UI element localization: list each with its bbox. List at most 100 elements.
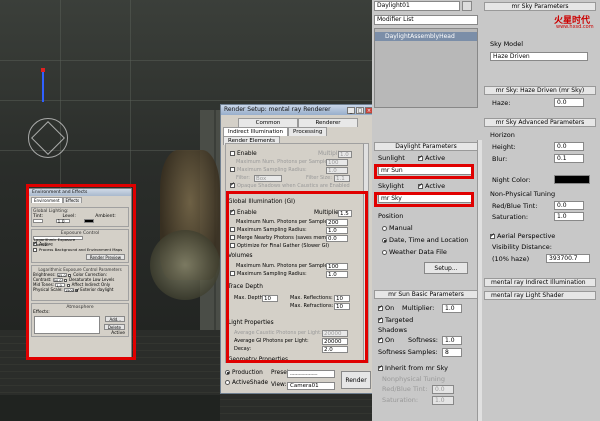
mr-sky-params-rollout[interactable]: mr Sky Parameters xyxy=(484,2,596,11)
activeshade-radio[interactable] xyxy=(225,380,230,385)
aerial-checkbox[interactable] xyxy=(490,232,495,239)
np-saturation-input[interactable]: 1.0 xyxy=(432,396,454,405)
blur-input[interactable]: 0.1 xyxy=(554,154,584,163)
caustics-max-photons-label: Maximum Num. Photons per Sample: xyxy=(236,159,330,165)
haze-label: Haze: xyxy=(492,99,511,107)
activeshade-label: ActiveShade xyxy=(232,380,269,386)
caustics-max-radius-checkbox[interactable] xyxy=(230,167,235,172)
softness-samples-label: Softness Samples: xyxy=(378,348,438,356)
haze-input[interactable]: 0.0 xyxy=(554,98,584,107)
saturation-input[interactable]: 1.0 xyxy=(554,212,584,221)
caustics-opaque-checkbox[interactable] xyxy=(230,181,235,189)
daylight-params-rollout[interactable]: Daylight Parameters xyxy=(374,142,478,151)
light-shader-rollout[interactable]: mental ray Light Shader xyxy=(484,291,596,300)
production-label: Production xyxy=(232,370,263,376)
caustics-max-photons-input[interactable]: 100 xyxy=(326,159,348,166)
sun-on-checkbox[interactable] xyxy=(378,304,383,311)
haze-driven-rollout[interactable]: mr Sky: Haze Driven (mr Sky) xyxy=(484,86,596,95)
minimize-icon[interactable]: _ xyxy=(347,107,355,114)
shadows-on-label: On xyxy=(385,336,395,344)
highlight-sunlight xyxy=(374,164,474,179)
tab-processing[interactable]: Processing xyxy=(288,127,328,136)
sky-model-select[interactable]: Haze Driven xyxy=(490,52,588,61)
object-color-swatch[interactable] xyxy=(462,1,472,11)
caustics-enable-label: Enable xyxy=(237,151,257,157)
caustics-enable-checkbox[interactable] xyxy=(230,151,235,156)
mr-sky-empty xyxy=(484,304,596,421)
height-label: Height: xyxy=(492,143,516,151)
grid-line xyxy=(0,60,372,61)
view-label: View: xyxy=(271,382,287,388)
position-manual-radio[interactable] xyxy=(382,225,387,231)
position-manual-label: Manual xyxy=(389,224,413,232)
modifier-stack[interactable]: DaylightAssemblyHead xyxy=(374,28,478,108)
position-datetime-radio[interactable] xyxy=(382,237,387,243)
position-weather-label: Weather Data File xyxy=(389,248,447,256)
render-button[interactable]: Render xyxy=(341,371,371,389)
shadows-on-checkbox[interactable] xyxy=(378,336,383,343)
visibility-input[interactable]: 393700.7 xyxy=(546,254,590,263)
position-datetime-label: Date, Time and Location xyxy=(389,236,469,244)
np-saturation-label: Saturation: xyxy=(382,396,419,404)
aerial-label: Aerial Perspective xyxy=(497,232,556,240)
rb-tint-input[interactable]: 0.0 xyxy=(432,385,454,394)
caustics-max-radius-input[interactable]: 1.0 xyxy=(326,167,348,174)
night-color-swatch[interactable] xyxy=(554,175,590,184)
rb-tint-input[interactable]: 0.0 xyxy=(554,201,584,210)
advanced-rollout[interactable]: mr Sky Advanced Parameters xyxy=(484,118,596,127)
rb-tint-label: Red/Blue Tint: xyxy=(382,385,428,393)
sun-multiplier-label: Multiplier: xyxy=(402,304,435,312)
caustics-multiplier-input[interactable]: 1.0 xyxy=(338,151,352,158)
z-axis-icon xyxy=(42,72,44,102)
night-color-label: Night Color: xyxy=(492,176,531,184)
grid-line xyxy=(0,100,372,101)
maximize-icon[interactable]: □ xyxy=(356,107,364,114)
caustics-opaque-label: Opaque Shadows when Caustics are Enabled xyxy=(237,183,350,189)
sunlight-active-checkbox[interactable] xyxy=(418,154,423,161)
production-radio[interactable] xyxy=(225,370,230,375)
softness-input[interactable]: 1.0 xyxy=(442,336,462,345)
stack-item-daylight[interactable]: DaylightAssemblyHead xyxy=(375,32,477,41)
blur-label: Blur: xyxy=(492,155,508,163)
tab-renderer[interactable]: Renderer xyxy=(298,118,358,127)
indirect-illumination-rollout[interactable]: mental ray Indirect Illumination xyxy=(484,278,596,287)
shadows-label: Shadows xyxy=(378,326,408,334)
visibility-label: Visibility Distance: xyxy=(492,243,552,251)
tab-common[interactable]: Common xyxy=(238,118,298,127)
sun-multiplier-input[interactable]: 1.0 xyxy=(442,304,462,313)
rb-tint-label: Red/Blue Tint: xyxy=(492,202,538,210)
inherit-sky-checkbox[interactable] xyxy=(378,364,383,371)
skylight-active-checkbox[interactable] xyxy=(418,182,423,189)
targeted-label: Targeted xyxy=(385,316,414,324)
view-select[interactable]: Camera01 xyxy=(287,382,335,390)
softness-samples-input[interactable]: 8 xyxy=(442,348,462,357)
highlight-render-setup xyxy=(226,191,368,363)
tab-indirect-illumination[interactable]: Indirect Illumination xyxy=(223,127,289,136)
sun-basic-rollout[interactable]: mr Sun Basic Parameters xyxy=(374,290,478,299)
caustics-filter-select[interactable]: Box xyxy=(254,175,282,182)
sky-model-label: Sky Model xyxy=(490,40,524,48)
softness-label: Softness: xyxy=(408,336,438,344)
highlight-skylight xyxy=(374,192,474,207)
setup-button[interactable]: Setup... xyxy=(424,262,468,274)
x-axis-icon xyxy=(41,68,45,72)
caustics-filter-label: Filter: xyxy=(236,175,250,181)
haze-pct-label: (10% haze) xyxy=(492,255,530,263)
position-weather-radio[interactable] xyxy=(382,249,387,255)
skylight-active-label: Active xyxy=(425,182,446,190)
skylight-label: Skylight xyxy=(378,182,404,190)
height-input[interactable]: 0.0 xyxy=(554,142,584,151)
preset-select[interactable]: ------------------- xyxy=(287,370,335,378)
modifier-list-select[interactable]: Modifier List xyxy=(374,15,478,25)
caustics-filter-size-input[interactable]: 1.1 xyxy=(334,175,350,182)
sunlight-active-label: Active xyxy=(425,154,446,162)
inherit-sky-label: Inherit from mr Sky xyxy=(385,364,449,372)
sunlight-label: Sunlight xyxy=(378,154,405,162)
targeted-checkbox[interactable] xyxy=(378,316,383,323)
nonphys-label: Non-Physical Tuning xyxy=(490,190,556,198)
sun-on-label: On xyxy=(385,304,395,312)
np-tuning-label: Nonphysical Tuning xyxy=(382,375,445,383)
object-name-field[interactable]: Daylight01 xyxy=(374,1,460,11)
caustics-max-radius-label: Maximum Sampling Radius: xyxy=(237,167,307,173)
saturation-label: Saturation: xyxy=(492,213,529,221)
